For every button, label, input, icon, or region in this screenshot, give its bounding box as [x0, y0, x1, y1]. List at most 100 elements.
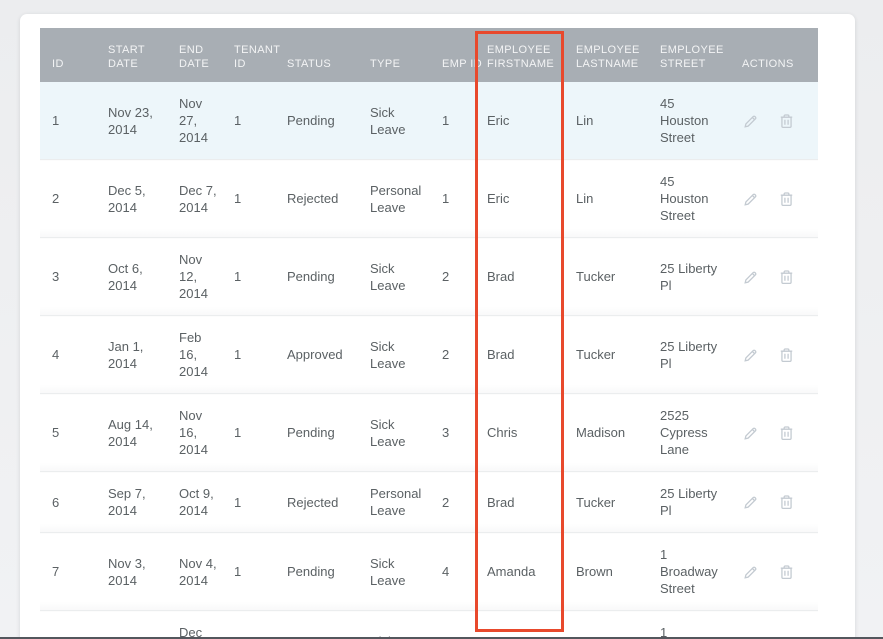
edit-button[interactable]	[742, 191, 759, 208]
cell-start-date: Jan 1, 2014	[96, 316, 167, 394]
table-row: 1 Nov 23, 2014 Nov 27, 2014 1 Pending Si…	[40, 82, 818, 160]
delete-button[interactable]	[778, 564, 795, 581]
column-header-start-date: START DATE	[96, 28, 167, 82]
leave-requests-table: ID START DATE END DATE TENANT ID STATUS …	[40, 28, 818, 639]
cell-type: Sick Leave	[358, 316, 430, 394]
cell-employee-lastname: Lin	[564, 82, 648, 160]
edit-button[interactable]	[742, 347, 759, 364]
cell-employee-street: 45 Houston Street	[648, 82, 730, 160]
table-row: 6 Sep 7, 2014 Oct 9, 2014 1 Rejected Per…	[40, 472, 818, 533]
pencil-icon	[742, 269, 759, 286]
cell-end-date: Nov 27, 2014	[167, 82, 222, 160]
cell-employee-firstname: Amanda	[475, 533, 564, 611]
delete-button[interactable]	[778, 113, 795, 130]
trash-icon	[778, 494, 795, 511]
edit-button[interactable]	[742, 269, 759, 286]
column-header-type: TYPE	[358, 28, 430, 82]
cell-status: Rejected	[275, 472, 358, 533]
cell-end-date: Feb 16, 2014	[167, 316, 222, 394]
column-header-employee-firstname: EMPLOYEE FIRSTNAME	[475, 28, 564, 82]
column-header-actions: ACTIONS	[730, 28, 818, 82]
cell-tenant-id: 1	[222, 82, 275, 160]
trash-icon	[778, 347, 795, 364]
cell-status: Pending	[275, 82, 358, 160]
trash-icon	[778, 113, 795, 130]
delete-button[interactable]	[778, 269, 795, 286]
pencil-icon	[742, 191, 759, 208]
cell-actions	[730, 316, 818, 394]
table-row: 2 Dec 5, 2014 Dec 7, 2014 1 Rejected Per…	[40, 160, 818, 238]
cell-employee-street: 1 Broadway Street	[648, 533, 730, 611]
cell-emp-id: 1	[430, 160, 475, 238]
cell-emp-id: 4	[430, 533, 475, 611]
pencil-icon	[742, 425, 759, 442]
cell-end-date: Dec 7, 2014	[167, 160, 222, 238]
cell-employee-firstname: Eric	[475, 160, 564, 238]
cell-emp-id: 4	[430, 611, 475, 639]
delete-button[interactable]	[778, 347, 795, 364]
cell-type: Sick Leave	[358, 533, 430, 611]
trash-icon	[778, 425, 795, 442]
cell-actions	[730, 611, 818, 639]
cell-employee-firstname: Brad	[475, 472, 564, 533]
cell-emp-id: 1	[430, 82, 475, 160]
edit-button[interactable]	[742, 564, 759, 581]
pencil-icon	[742, 564, 759, 581]
cell-end-date: Nov 4, 2014	[167, 533, 222, 611]
cell-id: 2	[40, 160, 96, 238]
cell-employee-firstname: Amanda	[475, 611, 564, 639]
cell-end-date: Nov 12, 2014	[167, 238, 222, 316]
delete-button[interactable]	[778, 494, 795, 511]
column-header-end-date: END DATE	[167, 28, 222, 82]
delete-button[interactable]	[778, 425, 795, 442]
delete-button[interactable]	[778, 191, 795, 208]
cell-employee-street: 2525 Cypress Lane	[648, 394, 730, 472]
table-row: 7 Nov 3, 2014 Nov 4, 2014 1 Pending Sick…	[40, 533, 818, 611]
cell-employee-firstname: Eric	[475, 82, 564, 160]
cell-status: Pending	[275, 394, 358, 472]
trash-icon	[778, 269, 795, 286]
cell-employee-lastname: Tucker	[564, 472, 648, 533]
pencil-icon	[742, 347, 759, 364]
cell-status: Pending	[275, 533, 358, 611]
cell-actions	[730, 472, 818, 533]
pencil-icon	[742, 113, 759, 130]
table-body: 1 Nov 23, 2014 Nov 27, 2014 1 Pending Si…	[40, 82, 818, 639]
cell-id: 3	[40, 238, 96, 316]
cell-id: 8	[40, 611, 96, 639]
cell-type: Personal Leave	[358, 160, 430, 238]
trash-icon	[778, 564, 795, 581]
column-header-employee-lastname: EMPLOYEE LASTNAME	[564, 28, 648, 82]
cell-start-date: Nov 3, 2014	[96, 533, 167, 611]
cell-id: 4	[40, 316, 96, 394]
cell-tenant-id: 1	[222, 611, 275, 639]
cell-actions	[730, 394, 818, 472]
cell-type: Sick Leave	[358, 611, 430, 639]
cell-actions	[730, 238, 818, 316]
cell-employee-lastname: Tucker	[564, 238, 648, 316]
cell-status: Approved	[275, 316, 358, 394]
data-table-card: ID START DATE END DATE TENANT ID STATUS …	[20, 14, 855, 639]
cell-id: 1	[40, 82, 96, 160]
cell-employee-firstname: Brad	[475, 238, 564, 316]
cell-start-date: Sep 7, 2014	[96, 472, 167, 533]
cell-end-date: Nov 16, 2014	[167, 394, 222, 472]
cell-type: Sick Leave	[358, 238, 430, 316]
cell-actions	[730, 160, 818, 238]
cell-tenant-id: 1	[222, 316, 275, 394]
edit-button[interactable]	[742, 113, 759, 130]
column-header-emp-id: EMP ID	[430, 28, 475, 82]
cell-employee-lastname: Tucker	[564, 316, 648, 394]
edit-button[interactable]	[742, 494, 759, 511]
column-header-id: ID	[40, 28, 96, 82]
cell-employee-firstname: Brad	[475, 316, 564, 394]
cell-employee-firstname: Chris	[475, 394, 564, 472]
column-header-employee-street: EMPLOYEE STREET	[648, 28, 730, 82]
cell-emp-id: 2	[430, 238, 475, 316]
cell-emp-id: 3	[430, 394, 475, 472]
cell-type: Sick Leave	[358, 82, 430, 160]
cell-employee-street: 45 Houston Street	[648, 160, 730, 238]
cell-employee-lastname: Lin	[564, 160, 648, 238]
cell-employee-lastname: Brown	[564, 533, 648, 611]
edit-button[interactable]	[742, 425, 759, 442]
